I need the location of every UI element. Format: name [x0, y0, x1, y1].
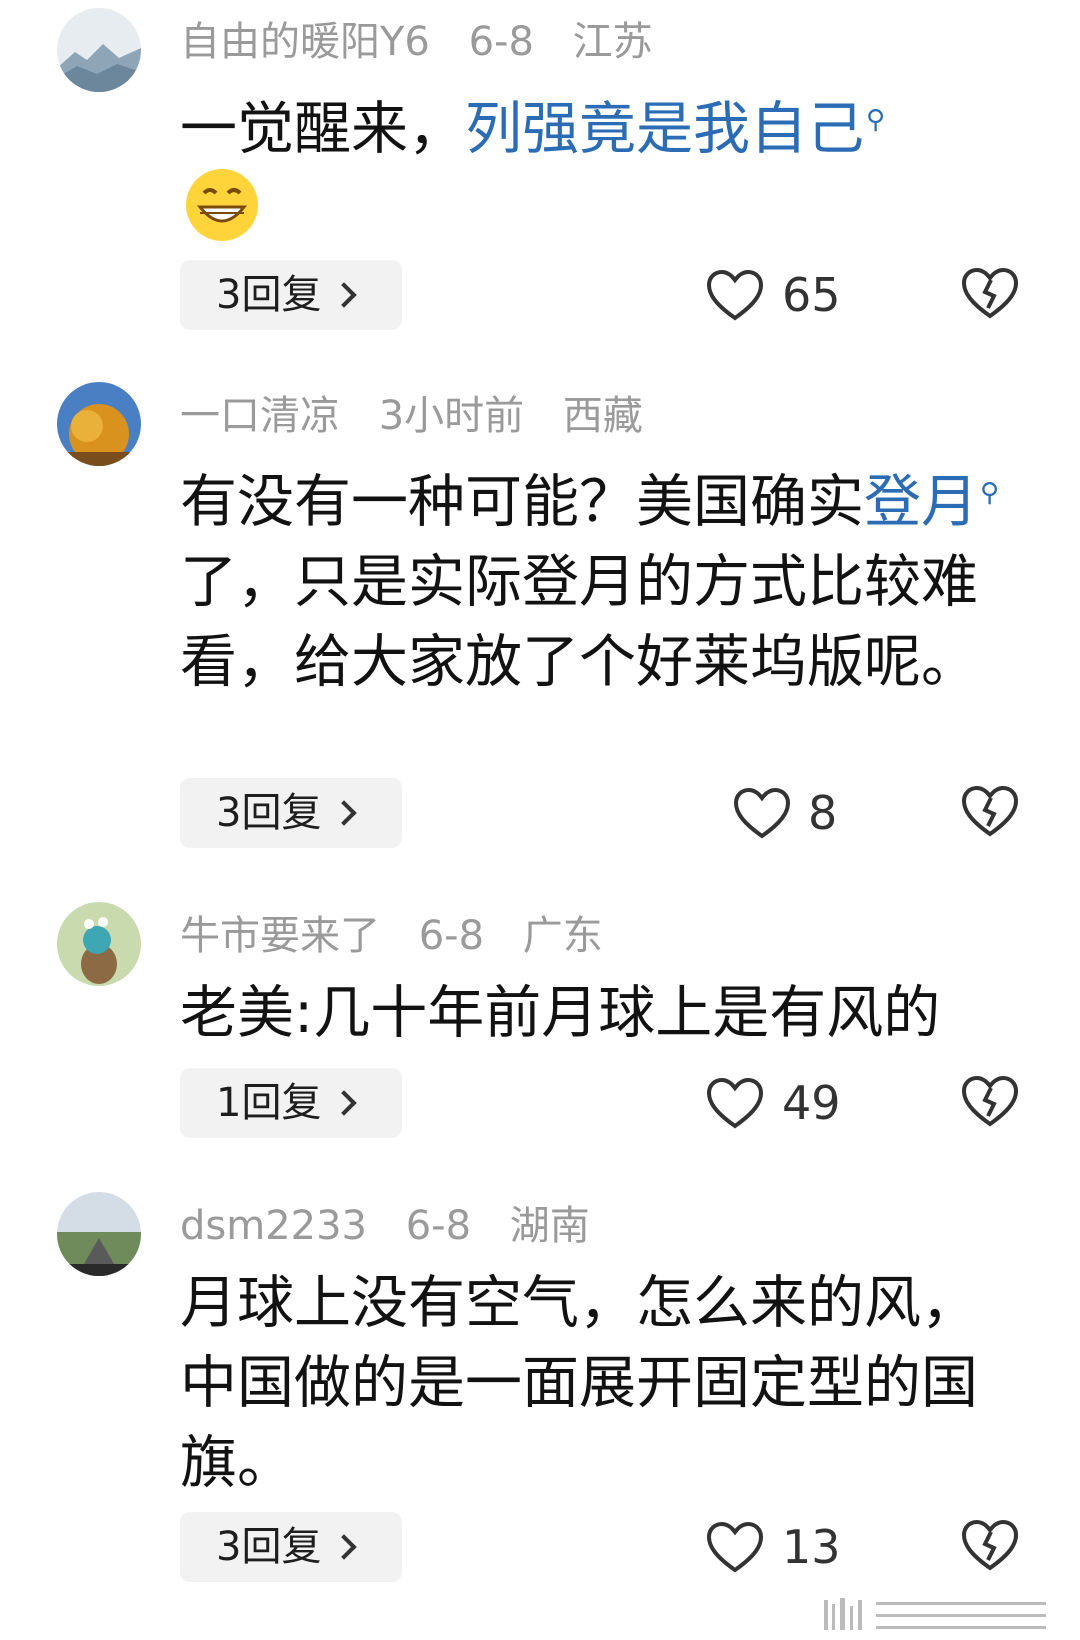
- comment-text: 月球上没有空气，怎么来的风，中国做的是一面展开固定型的国旗。: [180, 1270, 978, 1496]
- broken-heart-icon[interactable]: [960, 784, 1020, 838]
- broken-heart-icon[interactable]: [960, 1518, 1020, 1572]
- comment-meta: 牛市要来了 6-8 广东: [180, 916, 603, 956]
- username[interactable]: dsm2233: [180, 1203, 367, 1249]
- chevron-right-icon: [331, 1534, 358, 1560]
- username[interactable]: 一口清凉: [180, 393, 340, 439]
- like-count: 65: [782, 268, 841, 322]
- comment-meta: 一口清凉 3小时前 西藏: [180, 396, 643, 436]
- chevron-right-icon: [331, 1090, 358, 1116]
- search-icon[interactable]: ⚲: [980, 478, 999, 508]
- like-count: 8: [808, 786, 838, 840]
- replies-button[interactable]: 3回复: [180, 778, 402, 848]
- like-count: 49: [782, 1076, 841, 1130]
- text-segment: 有没有一种可能？美国确实: [180, 469, 864, 535]
- broken-heart-icon[interactable]: [960, 266, 1020, 320]
- comment-text: 一觉醒来，列强竟是我自己⚲: [180, 80, 1015, 169]
- location: 广东: [522, 913, 603, 959]
- date: 6-8: [468, 19, 534, 65]
- heart-outline-icon[interactable]: [705, 268, 765, 322]
- replies-label: 3回复: [216, 1524, 322, 1570]
- replies-label: 3回复: [216, 272, 322, 318]
- grinning-face-icon: [186, 169, 258, 241]
- comment-text: 老美:几十年前月球上是有风的: [180, 980, 941, 1046]
- chevron-right-icon: [331, 800, 358, 826]
- comment-meta: 自由的暖阳Y6 6-8 江苏: [180, 22, 653, 62]
- username[interactable]: 自由的暖阳Y6: [180, 19, 430, 65]
- search-icon[interactable]: ⚲: [866, 105, 885, 135]
- watermark-logo: [816, 1594, 1066, 1636]
- avatar[interactable]: [57, 1192, 141, 1276]
- date: 6-8: [405, 1203, 472, 1249]
- topic-link[interactable]: 登月: [864, 469, 978, 535]
- location: 江苏: [572, 19, 653, 65]
- location: 西藏: [562, 393, 643, 439]
- heart-outline-icon[interactable]: [705, 1076, 765, 1130]
- date: 3小时前: [378, 393, 525, 439]
- location: 湖南: [509, 1203, 590, 1249]
- date: 6-8: [418, 913, 485, 959]
- chevron-right-icon: [331, 282, 358, 308]
- replies-button[interactable]: 3回复: [180, 260, 402, 330]
- heart-outline-icon[interactable]: [732, 786, 792, 840]
- replies-button[interactable]: 3回复: [180, 1512, 402, 1582]
- replies-label: 1回复: [216, 1080, 322, 1126]
- replies-label: 3回复: [216, 790, 322, 836]
- avatar[interactable]: [57, 8, 141, 92]
- text-segment: 一觉醒来，: [180, 96, 465, 162]
- text-segment: 了，只是实际登月的方式比较难看，给大家放了个好莱坞版呢。: [180, 549, 978, 695]
- comment-meta: dsm2233 6-8 湖南: [180, 1206, 590, 1246]
- replies-button[interactable]: 1回复: [180, 1068, 402, 1138]
- comment-text: 有没有一种可能？美国确实登月⚲ 了，只是实际登月的方式比较难看，给大家放了个好莱坞…: [180, 453, 1015, 702]
- avatar[interactable]: [57, 382, 141, 466]
- broken-heart-icon[interactable]: [960, 1074, 1020, 1128]
- avatar[interactable]: [57, 902, 141, 986]
- topic-link[interactable]: 列强竟是我自己: [465, 96, 864, 162]
- username[interactable]: 牛市要来了: [180, 913, 380, 959]
- heart-outline-icon[interactable]: [705, 1520, 765, 1574]
- like-count: 13: [782, 1520, 841, 1574]
